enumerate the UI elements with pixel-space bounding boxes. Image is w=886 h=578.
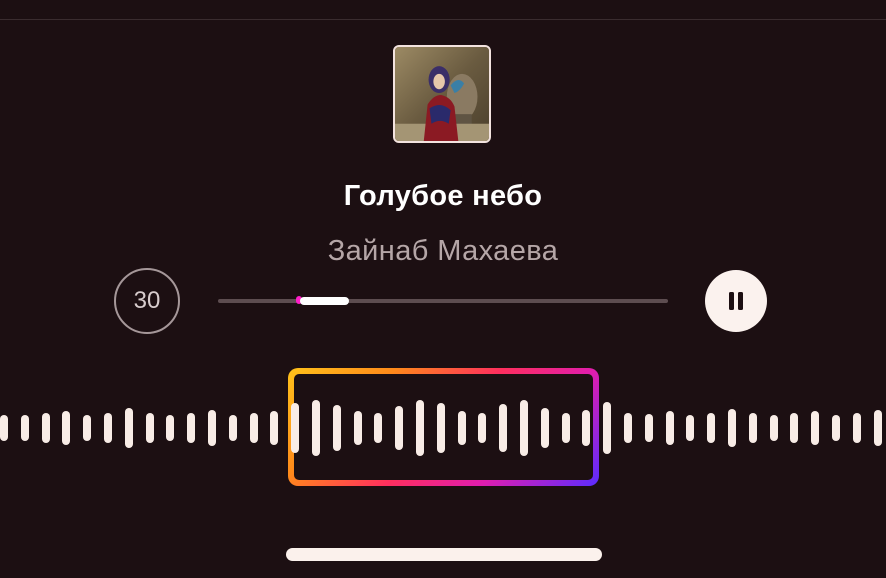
waveform-bar <box>374 413 383 443</box>
waveform-bar <box>832 415 840 441</box>
waveform-bar <box>665 411 674 445</box>
waveform-bar <box>166 415 175 441</box>
waveform-bar <box>436 403 445 453</box>
waveform-bar <box>41 413 50 443</box>
waveform-bar <box>332 405 341 451</box>
waveform-bar <box>62 411 71 445</box>
skip-30-button[interactable]: 30 <box>114 268 180 334</box>
waveform-bar <box>769 415 778 441</box>
waveform-bar <box>582 410 591 446</box>
audio-waveform[interactable] <box>0 390 886 470</box>
waveform-bar <box>353 411 362 445</box>
waveform-bar <box>312 400 320 456</box>
waveform-bar <box>561 413 570 443</box>
waveform-bar <box>644 414 653 442</box>
waveform-bar <box>852 413 861 443</box>
waveform-bar <box>208 410 216 446</box>
waveform-bar <box>790 413 799 443</box>
progress-fill <box>300 297 349 305</box>
waveform-bar <box>728 409 736 447</box>
waveform-bar <box>686 415 695 441</box>
pause-button[interactable] <box>705 270 767 332</box>
waveform-bar <box>124 408 133 448</box>
top-divider <box>0 19 886 20</box>
waveform-bar <box>873 410 882 446</box>
waveform-bar <box>499 404 508 452</box>
waveform-bar <box>228 415 237 441</box>
song-title: Голубое небо <box>343 180 543 212</box>
waveform-bar <box>811 411 820 445</box>
waveform-bar <box>20 415 29 441</box>
waveform-bar <box>0 415 8 441</box>
waveform-bar <box>624 413 632 443</box>
waveform-bar <box>145 413 154 443</box>
waveform-bar <box>83 415 92 441</box>
now-playing-screen: Голубое небо Зайнаб Махаева 30 <box>0 0 886 578</box>
waveform-bar <box>291 403 300 453</box>
progress-bar[interactable] <box>218 299 668 303</box>
waveform-bar <box>270 411 279 445</box>
waveform-bar <box>457 411 466 445</box>
waveform-bar <box>249 413 258 443</box>
waveform-bar <box>603 402 612 454</box>
album-art <box>393 45 491 143</box>
pause-icon <box>729 292 743 310</box>
waveform-bar <box>416 400 424 456</box>
waveform-bar <box>520 400 528 456</box>
waveform-bar <box>707 413 716 443</box>
waveform-bar <box>748 413 757 443</box>
waveform-bar <box>478 413 487 443</box>
skip-30-icon: 30 <box>133 287 161 314</box>
waveform-bar <box>540 408 549 448</box>
waveform-bar <box>104 413 112 443</box>
artist-name[interactable]: Зайнаб Махаева <box>0 235 886 268</box>
waveform-bar <box>395 406 404 450</box>
album-art-image <box>395 47 489 141</box>
waveform-bar <box>187 413 196 443</box>
home-indicator[interactable] <box>286 548 602 561</box>
